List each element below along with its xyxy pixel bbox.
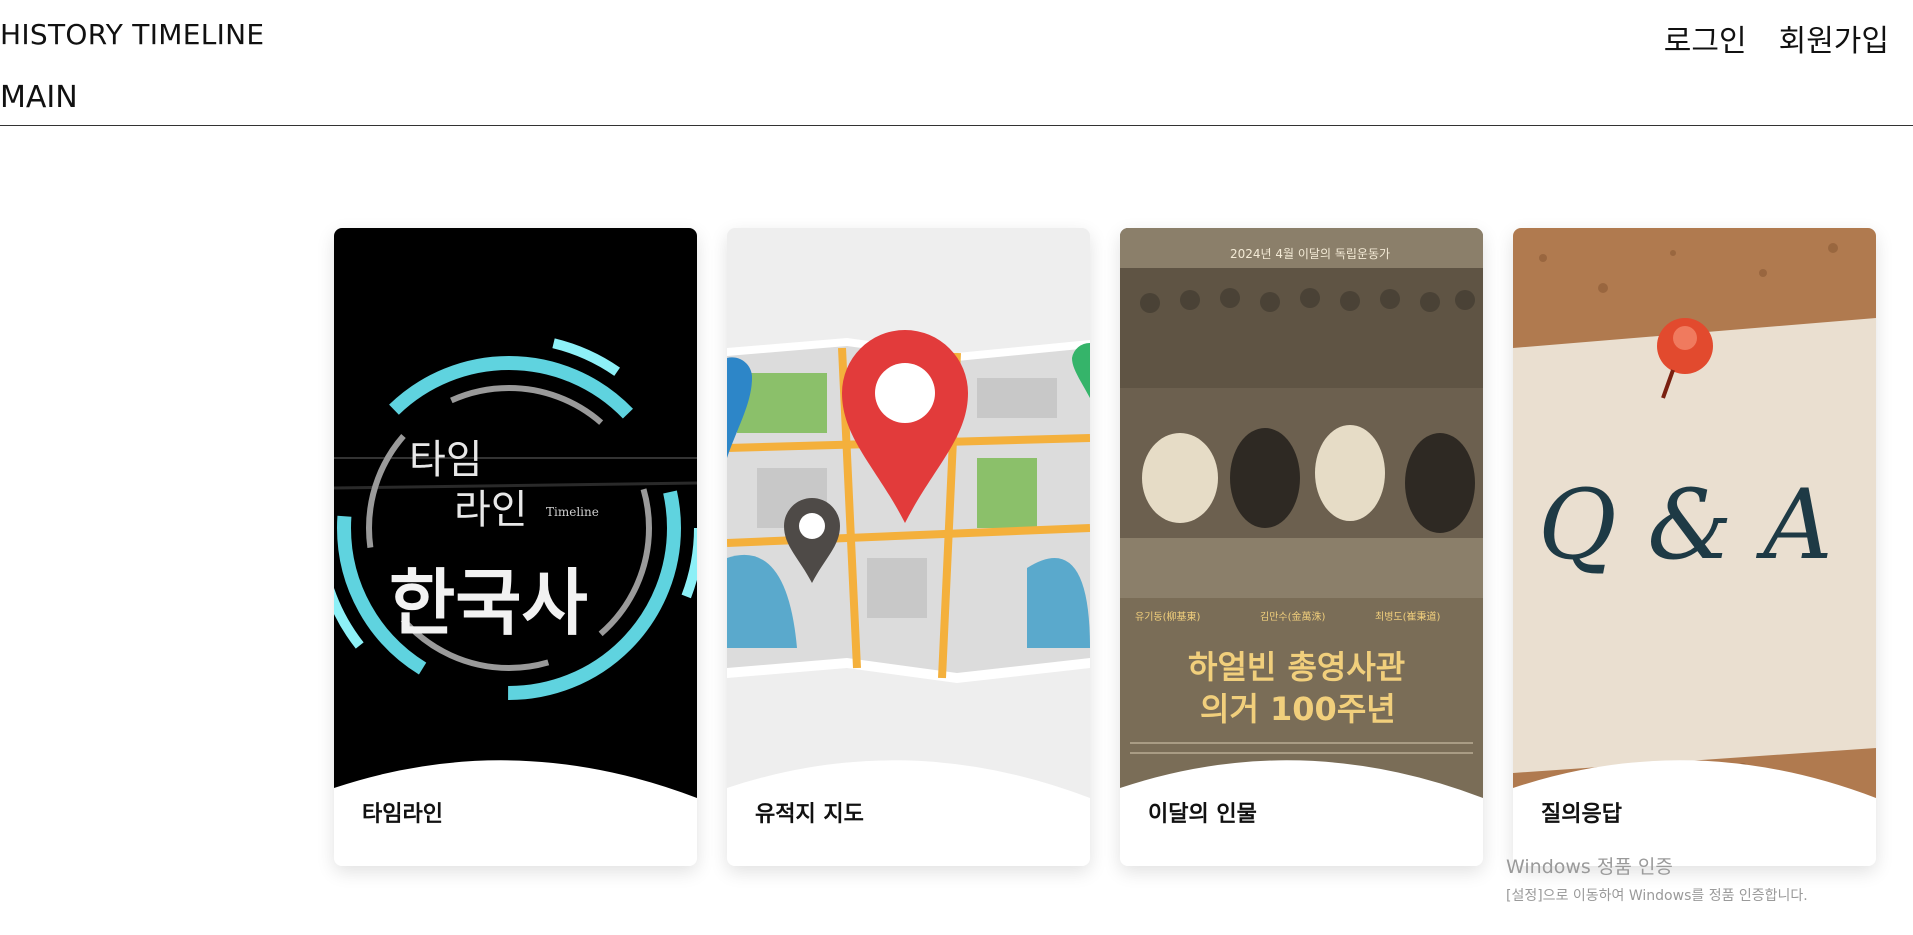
signup-link[interactable]: 회원가입 xyxy=(1779,16,1889,60)
person-card[interactable]: 2024년 4월 이달의 독립운동가 유기동(柳基東) 김만수(金萬洙) 최병도… xyxy=(1120,228,1483,866)
card-label: 타임라인 xyxy=(362,802,443,827)
card-label: 이달의 인물 xyxy=(1148,802,1257,827)
auth-links: 로그인 회원가입 xyxy=(1664,16,1889,60)
watermark-sub: [설정]으로 이동하여 Windows를 정품 인증합니다. xyxy=(1506,888,1808,904)
card-label: 질의응답 xyxy=(1541,802,1622,827)
qna-card[interactable]: Q & A 질의응답 xyxy=(1513,228,1876,866)
timeline-word1: 타임 xyxy=(409,437,483,483)
timeline-big: 한국사 xyxy=(389,561,588,645)
page: HISTORY TIMELINE MAIN 로그인 회원가입 타임 라인 Tim… xyxy=(0,0,1913,935)
map-card[interactable]: 유적지 지도 xyxy=(727,228,1090,866)
timeline-card[interactable]: 타임 라인 Timeline 한국사 타임라인 xyxy=(334,228,697,866)
qna-image: Q & A xyxy=(1513,228,1876,828)
brand-title[interactable]: HISTORY TIMELINE xyxy=(0,18,264,51)
card-label: 유적지 지도 xyxy=(755,802,864,827)
timeline-sub: Timeline xyxy=(546,505,599,519)
map-image xyxy=(727,228,1090,828)
poster-title1: 하얼빈 총영사관 xyxy=(1188,648,1405,686)
poster-name1: 유기동(柳基東) xyxy=(1135,610,1201,623)
timeline-word2: 라인 xyxy=(454,487,528,533)
main-nav-link[interactable]: MAIN xyxy=(0,80,78,115)
person-poster-image: 2024년 4월 이달의 독립운동가 유기동(柳基東) 김만수(金萬洙) 최병도… xyxy=(1120,228,1483,828)
poster-name2: 김만수(金萬洙) xyxy=(1260,610,1326,623)
login-link[interactable]: 로그인 xyxy=(1664,16,1747,60)
poster-title2: 의거 100주년 xyxy=(1200,690,1396,728)
timeline-image: 타임 라인 Timeline 한국사 xyxy=(334,228,697,828)
qna-big: Q & A xyxy=(1538,469,1833,581)
poster-top: 2024년 4월 이달의 독립운동가 xyxy=(1230,247,1390,261)
menu-cards: 타임 라인 Timeline 한국사 타임라인 유적지 지도 2024년 4월 … xyxy=(334,228,1876,866)
poster-name3: 최병도(崔秉道) xyxy=(1375,610,1441,623)
site-header: HISTORY TIMELINE MAIN 로그인 회원가입 xyxy=(0,0,1913,126)
